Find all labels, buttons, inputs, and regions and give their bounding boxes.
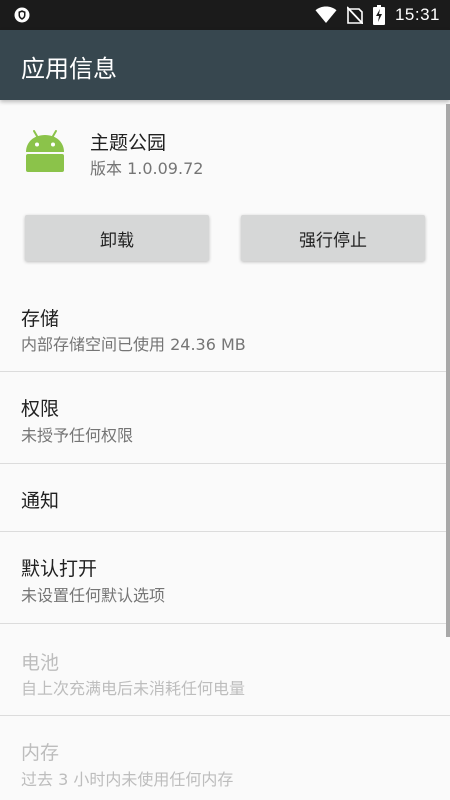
app-name: 主题公园 [90,132,167,154]
page-title: 应用信息 [21,55,117,83]
battery-charging-icon [372,5,385,25]
force-stop-button-label: 强行停止 [299,230,367,251]
app-version: 版本 1.0.09.72 [90,159,204,178]
status-time: 15:31 [394,5,440,24]
uninstall-button[interactable]: 卸载 [25,215,209,261]
scrollbar[interactable] [446,104,450,637]
shield-icon [14,7,30,23]
pref-summary: 过去 3 小时内未使用任何内存 [21,770,234,789]
pref-title: 内存 [21,742,60,764]
no-sim-icon [346,6,363,24]
pref-battery: 电池 自上次充满电后未消耗任何电量 [0,624,450,715]
pref-summary: 未授予任何权限 [21,426,134,445]
pref-notifications[interactable]: 通知 [0,464,450,531]
android-robot-icon [26,130,64,172]
force-stop-button[interactable]: 强行停止 [241,215,425,261]
pref-title: 默认打开 [21,558,98,580]
pref-storage[interactable]: 存储 内部存储空间已使用 24.36 MB [0,278,450,371]
pref-permissions[interactable]: 权限 未授予任何权限 [0,372,450,463]
wifi-icon [315,6,337,23]
pref-summary: 未设置任何默认选项 [21,586,166,605]
pref-title: 存储 [21,308,60,330]
pref-open-by-default[interactable]: 默认打开 未设置任何默认选项 [0,532,450,623]
pref-title: 电池 [21,652,60,674]
pref-memory: 内存 过去 3 小时内未使用任何内存 [0,716,450,800]
pref-title: 通知 [21,490,60,512]
uninstall-button-label: 卸载 [100,230,134,251]
pref-summary: 内部存储空间已使用 24.36 MB [21,335,246,354]
status-bar: 15:31 [0,0,450,30]
pref-summary: 自上次充满电后未消耗任何电量 [21,679,246,698]
pref-title: 权限 [21,398,60,420]
app-bar: 应用信息 [0,30,450,100]
